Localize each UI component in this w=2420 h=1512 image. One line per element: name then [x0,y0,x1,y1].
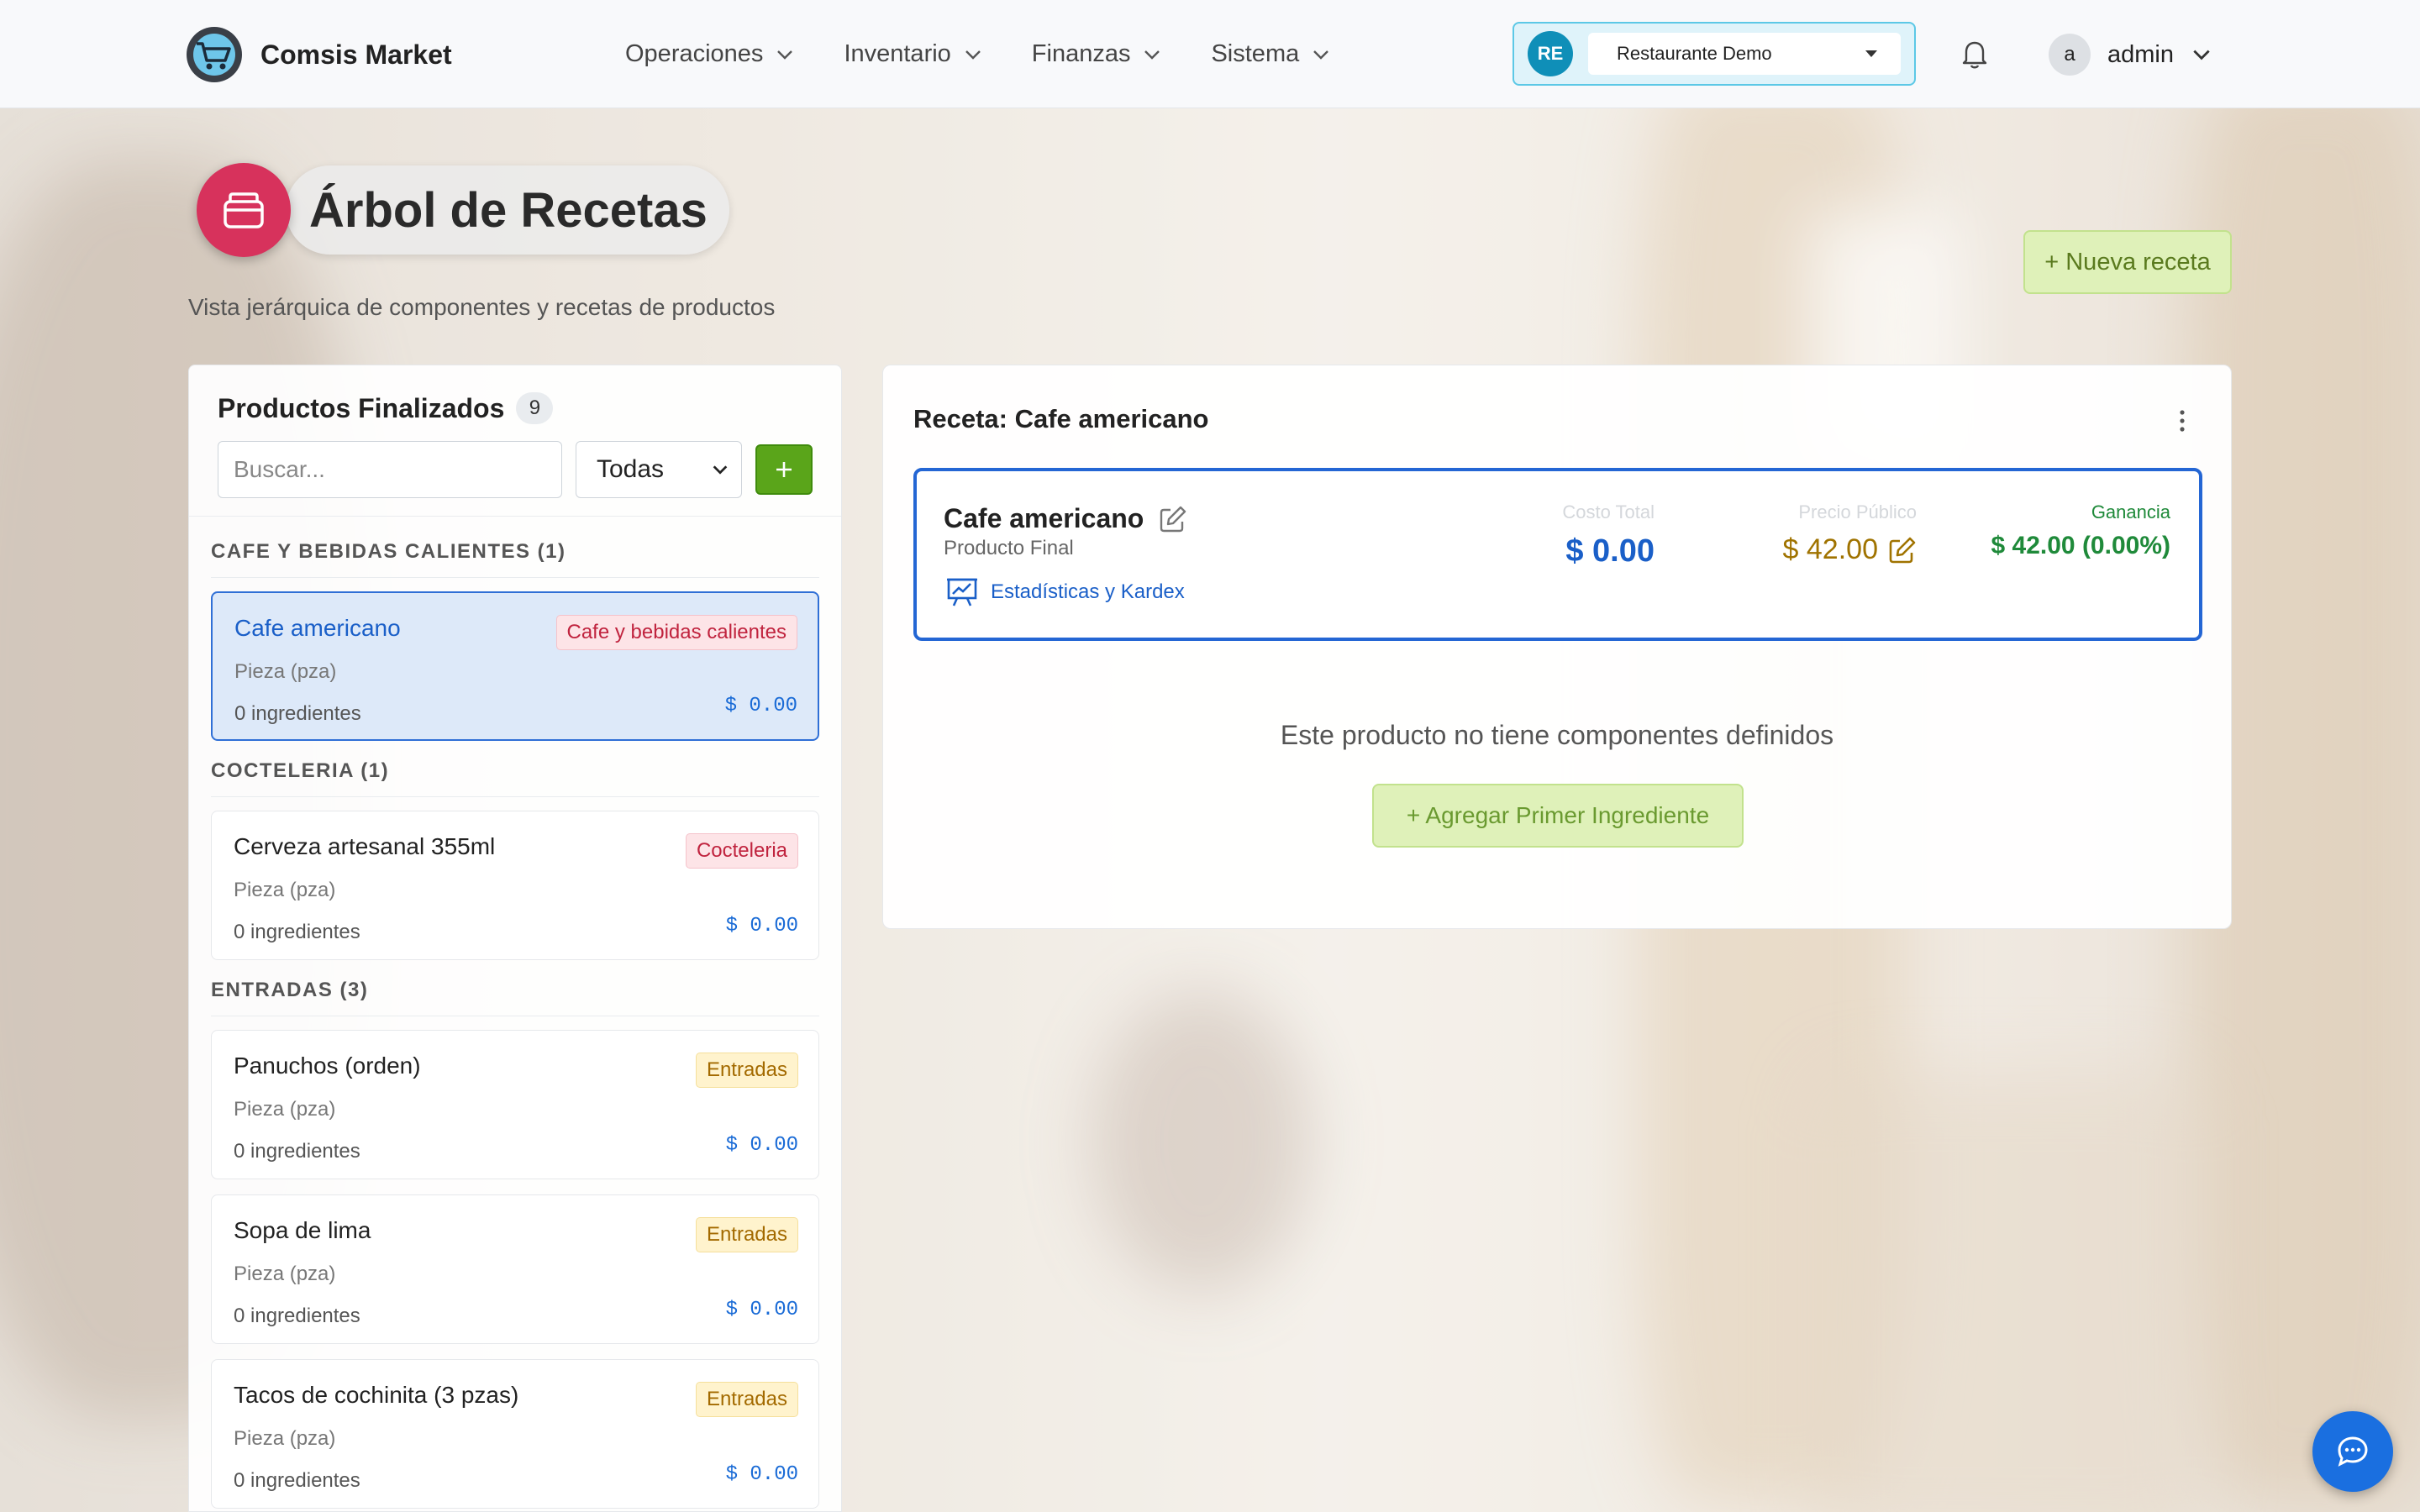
ingredient-count: 0 ingredientes [234,702,361,725]
page-header: Árbol de Recetas [197,163,729,257]
edit-price-icon[interactable] [1888,536,1917,564]
product-card-sopa-de-lima[interactable]: Sopa de lima Entradas Pieza (pza) 0 ingr… [211,1194,819,1344]
chat-button[interactable] [2312,1411,2393,1492]
ingredient-count: 0 ingredientes [234,921,360,943]
products-panel: Productos Finalizados 9 Todas CAFE Y BEB… [188,365,842,1512]
chevron-down-icon [713,465,728,475]
nav-operaciones[interactable]: Operaciones [625,40,795,68]
product-card-cerveza-artesanal[interactable]: Cerveza artesanal 355ml Cocteleria Pieza… [211,811,819,960]
products-panel-header: Productos Finalizados 9 Todas [189,365,841,517]
more-options-icon[interactable] [2177,409,2187,433]
nav-inventario[interactable]: Inventario [844,40,982,68]
main-nav: Operaciones Inventario Finanzas Sistema [625,0,1380,108]
user-name: admin [2107,40,2174,68]
recipe-summary-card: Cafe americano Producto Final Estadístic… [913,468,2202,641]
count-badge: 9 [516,392,554,424]
add-first-ingredient-button[interactable]: + Agregar Primer Ingrediente [1372,784,1744,848]
empty-components-message: Este producto no tiene componentes defin… [1280,720,1834,750]
chevron-down-icon [2193,50,2210,60]
org-select-field[interactable]: Restaurante Demo [1588,33,1901,75]
stats-kardex-label: Estadísticas y Kardex [991,580,1185,603]
search-input[interactable] [218,441,562,498]
total-cost-stat: Costo Total $ 0.00 [1562,501,1655,570]
nav-finanzas[interactable]: Finanzas [1032,40,1163,68]
profit-label: Ganancia [2091,501,2170,522]
ingredient-count: 0 ingredientes [234,1305,360,1327]
recipe-name-row: Cafe americano [944,503,1187,534]
category-badge: Entradas [695,1217,798,1252]
product-card-tacos-cochinita[interactable]: Tacos de cochinita (3 pzas) Entradas Pie… [211,1359,819,1509]
top-navbar: Comsis Market Operaciones Inventario Fin… [0,0,2420,108]
products-list: CAFE Y BEBIDAS CALIENTES (1) Cafe americ… [189,517,841,1509]
ingredient-count: 0 ingredientes [234,1140,360,1163]
group-label: ENTRADAS (3) [211,975,819,1016]
category-badge: Entradas [695,1382,798,1417]
public-price-value: $ 42.00 [1782,533,1878,565]
cart-logo-icon [187,27,242,82]
chevron-down-icon [1313,50,1329,60]
profit-value: $ 42.00 (0.00%) [1991,532,2170,559]
page-subtitle: Vista jerárquica de componentes y receta… [188,294,776,320]
new-recipe-button[interactable]: + Nueva receta [2023,230,2232,294]
total-cost-value: $ 0.00 [1565,533,1655,569]
product-card-cafe-americano[interactable]: Cafe americano Cafe y bebidas calientes … [211,591,819,741]
nav-sistema[interactable]: Sistema [1211,40,1331,68]
category-filter-select[interactable]: Todas [576,441,742,498]
bell-icon[interactable] [1958,37,1991,71]
category-badge: Entradas [695,1053,798,1088]
chevron-down-icon [965,50,981,60]
recipe-panel-title: Receta: Cafe americano [913,404,1209,433]
org-selected-value: Restaurante Demo [1617,43,1772,64]
product-unit: Pieza (pza) [234,1427,336,1450]
plus-icon [776,462,792,477]
product-cost: $ 0.00 [725,915,798,937]
caret-down-icon [1865,50,1877,57]
chat-bubble-icon [2338,1436,2368,1467]
recipe-type: Producto Final [944,537,1074,559]
recipe-name: Cafe americano [944,503,1144,533]
page-title-pill: Árbol de Recetas [286,165,729,255]
product-cost: $ 0.00 [725,1463,798,1486]
product-unit: Pieza (pza) [234,1263,336,1285]
profit-stat: Ganancia $ 42.00 (0.00%) [1991,501,2170,560]
stats-kardex-link[interactable]: Estadísticas y Kardex [945,575,1185,609]
ingredient-count: 0 ingredientes [234,1469,360,1492]
organization-selector[interactable]: RE Restaurante Demo [1512,22,1916,86]
category-badge: Cocteleria [685,833,798,869]
page-title: Árbol de Recetas [309,182,708,238]
group-label: CAFE Y BEBIDAS CALIENTES (1) [211,537,819,578]
nav-label: Finanzas [1031,40,1131,67]
filter-selected-value: Todas [597,455,665,483]
product-unit: Pieza (pza) [234,879,336,901]
product-cost: $ 0.00 [724,695,797,717]
nav-label: Operaciones [625,40,764,67]
public-price-stat: Precio Público $ 42.00 [1783,501,1917,566]
org-badge: RE [1528,31,1573,76]
edit-icon[interactable] [1159,505,1187,533]
chevron-down-icon [777,50,793,60]
category-badge: Cafe y bebidas calientes [555,615,797,650]
chevron-down-icon [1144,50,1160,60]
product-unit: Pieza (pza) [234,660,337,683]
products-panel-title: Productos Finalizados [218,392,505,423]
product-cost: $ 0.00 [725,1134,798,1157]
chart-presentation-icon [947,578,977,606]
product-cost: $ 0.00 [725,1299,798,1321]
recipe-panel: Receta: Cafe americano Cafe americano Pr… [882,365,2232,929]
nav-label: Sistema [1211,40,1300,67]
group-label: COCTELERIA (1) [211,756,819,797]
add-product-button[interactable] [755,444,813,495]
brand[interactable]: Comsis Market [187,27,452,82]
product-unit: Pieza (pza) [234,1098,336,1121]
product-card-panuchos[interactable]: Panuchos (orden) Entradas Pieza (pza) 0 … [211,1030,819,1179]
public-price-label: Precio Público [1798,501,1917,522]
avatar: a [2049,34,2091,76]
total-cost-label: Costo Total [1562,501,1655,522]
nav-label: Inventario [844,40,951,67]
recipe-box-icon [197,163,291,257]
brand-name: Comsis Market [260,39,452,70]
user-menu[interactable]: a admin [2049,34,2212,76]
